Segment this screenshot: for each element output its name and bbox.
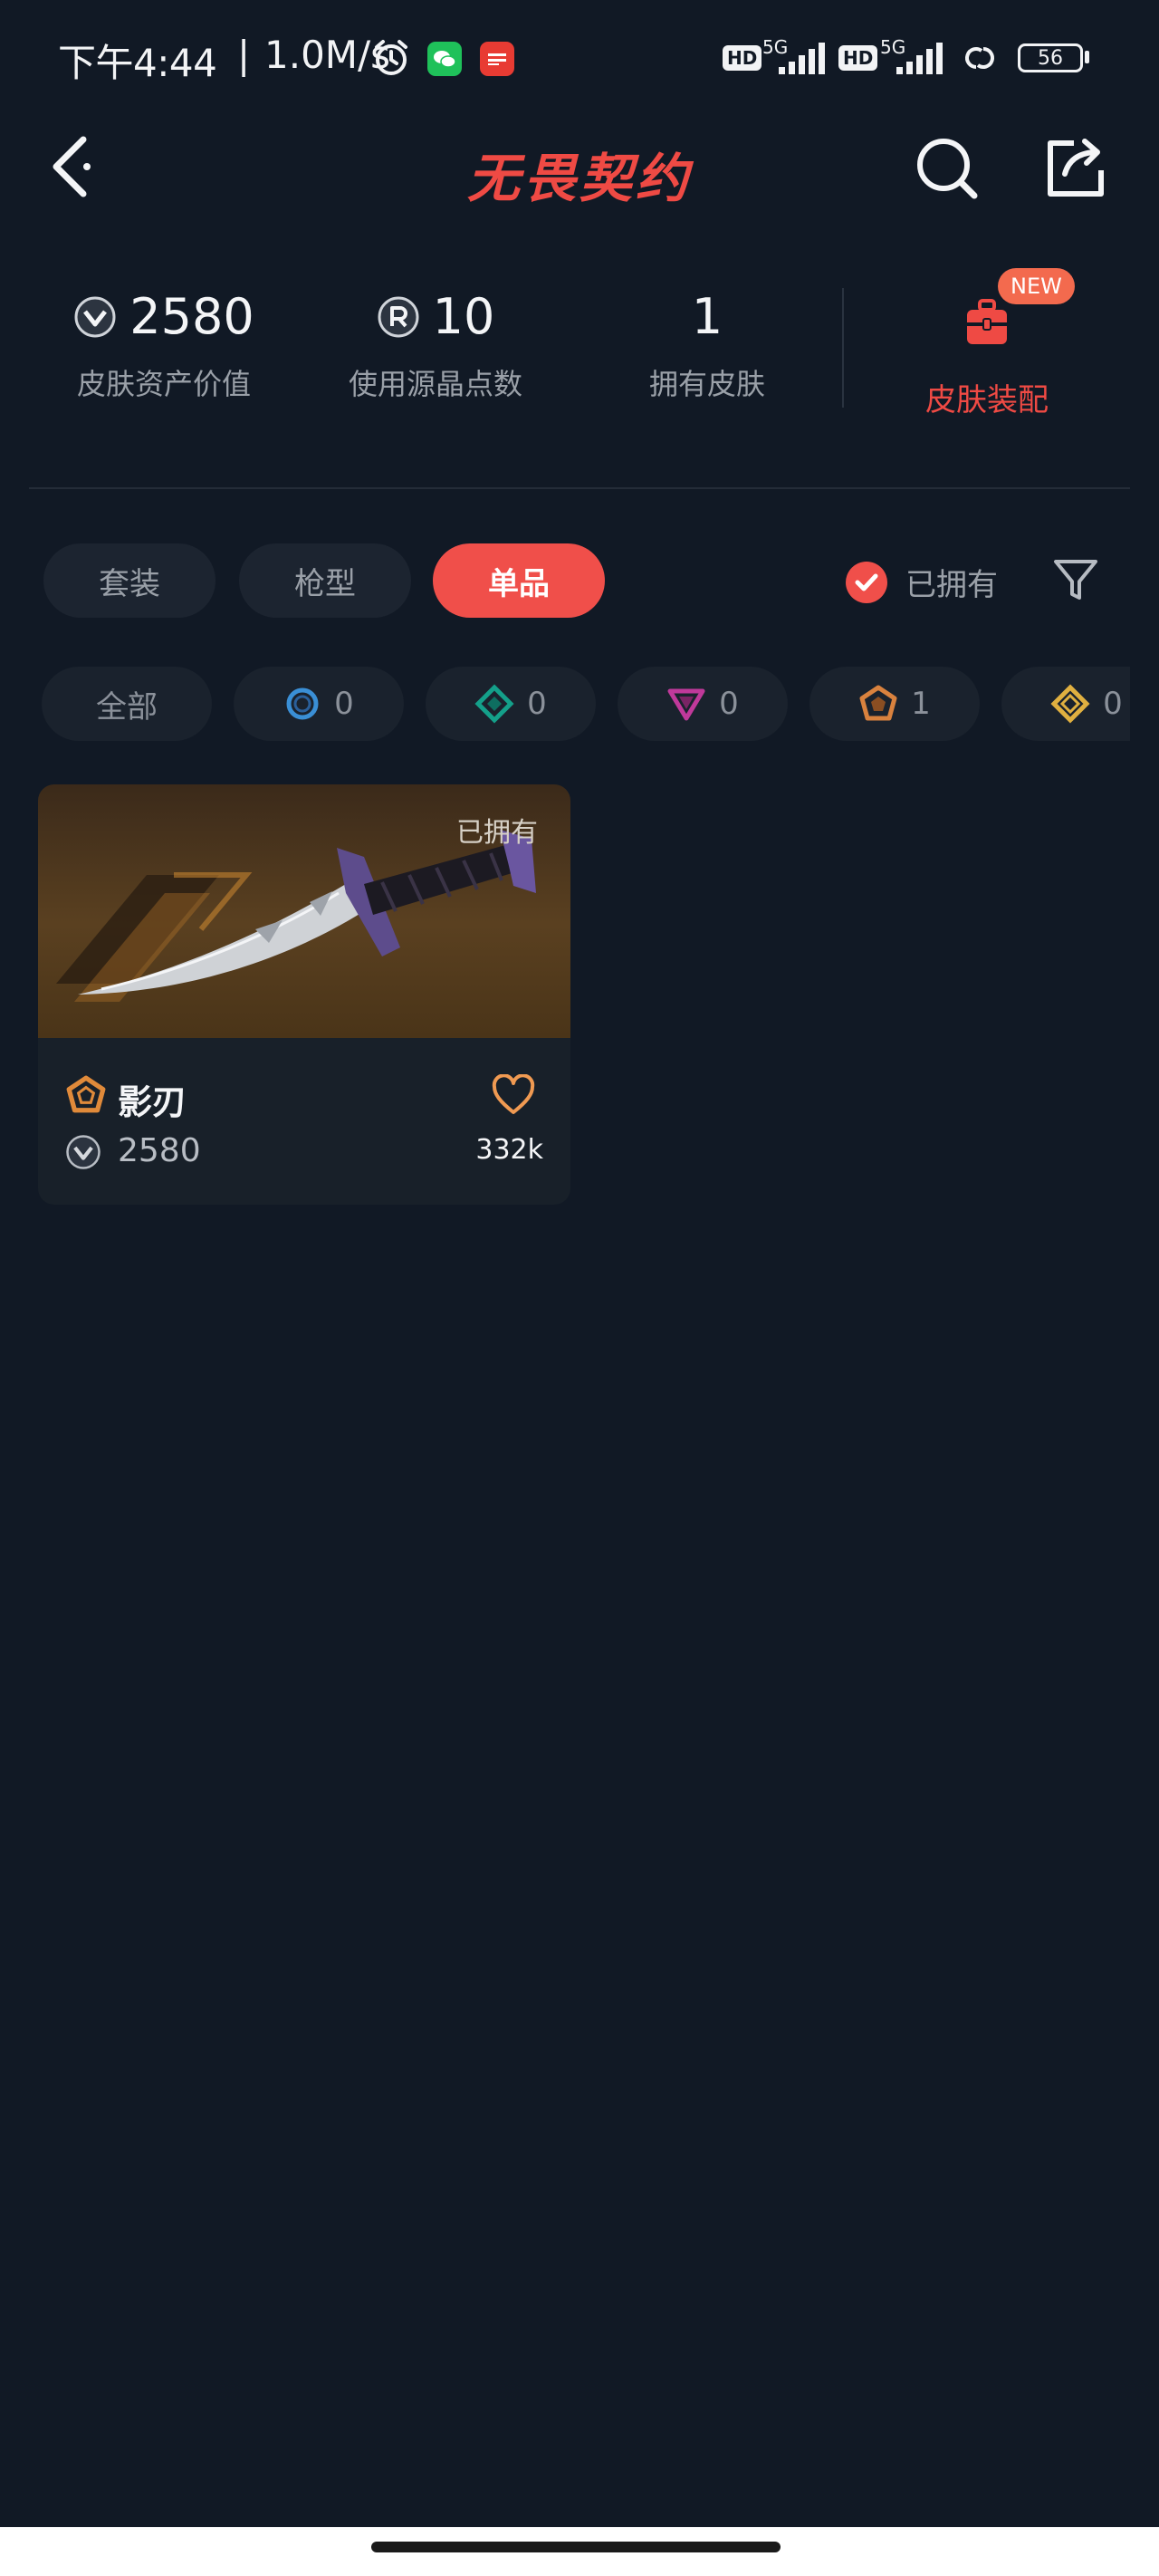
heart-icon[interactable] xyxy=(491,1074,536,1116)
tier-filter-row: 全部 0 0 0 1 0 xyxy=(42,667,1130,743)
skin-image: 已拥有 xyxy=(38,784,570,1038)
chip-tier-deluxe[interactable]: 0 xyxy=(426,667,596,741)
chip-tier-premium[interactable]: 0 xyxy=(618,667,788,741)
wechat-icon xyxy=(427,42,462,76)
vp-coin-icon xyxy=(66,1135,101,1169)
filter-icon[interactable] xyxy=(1050,554,1101,605)
battery-tip xyxy=(1085,51,1089,63)
hd-badge-1: HD xyxy=(723,45,762,71)
chip-tier-exclusive[interactable]: 1 xyxy=(809,667,980,741)
premium-tier-icon xyxy=(667,688,705,721)
new-badge: NEW xyxy=(998,268,1075,304)
stat-value: 10 xyxy=(432,288,495,345)
exclusive-tier-icon xyxy=(859,685,897,721)
signal-icon-2 xyxy=(896,43,943,74)
stat-owned-skins: 1 拥有皮肤 xyxy=(576,288,838,403)
stat-radianite: 10 使用源晶点数 xyxy=(304,288,567,403)
chip-tier-ultra[interactable]: 0 xyxy=(1001,667,1130,741)
tab-bundles[interactable]: 套装 xyxy=(43,543,216,618)
chip-count: 0 xyxy=(527,686,547,722)
select-tier-icon xyxy=(286,687,319,720)
owned-filter-label: 已拥有 xyxy=(905,567,998,603)
stat-label: 使用源晶点数 xyxy=(348,367,522,401)
vp-coin-icon xyxy=(74,296,116,337)
stat-label: 拥有皮肤 xyxy=(648,367,765,401)
skin-card[interactable]: 已拥有 影刃 2580 332k xyxy=(38,784,570,1205)
chevron-left-icon[interactable] xyxy=(45,132,100,201)
like-count: 332k xyxy=(475,1134,543,1166)
link-icon xyxy=(965,47,994,69)
owned-tag: 已拥有 xyxy=(456,817,538,849)
stats-divider xyxy=(842,288,844,408)
chip-count: 0 xyxy=(334,686,354,722)
stat-asset-value: 2580 皮肤资产价值 xyxy=(33,288,295,403)
exclusive-tier-icon xyxy=(66,1075,106,1113)
alarm-icon xyxy=(375,40,407,75)
tab-weapon-types[interactable]: 枪型 xyxy=(239,543,411,618)
chip-count: 1 xyxy=(911,686,931,722)
home-indicator[interactable] xyxy=(371,2542,781,2552)
chip-label: 全部 xyxy=(96,688,158,726)
stat-value: 2580 xyxy=(129,288,254,345)
skin-equip-button[interactable]: 皮肤装配 xyxy=(905,375,1068,419)
search-icon[interactable] xyxy=(913,134,982,203)
stat-value: 1 xyxy=(691,288,723,345)
chip-tier-select[interactable]: 0 xyxy=(234,667,404,741)
signal-icon xyxy=(779,43,825,74)
section-divider xyxy=(29,487,1130,489)
battery-indicator: 56 xyxy=(1018,43,1083,72)
deluxe-tier-icon xyxy=(474,684,514,724)
checkbox-checked-icon[interactable] xyxy=(846,561,887,603)
radianite-icon xyxy=(378,296,419,337)
stat-label: 皮肤资产价值 xyxy=(76,367,251,401)
chip-count: 0 xyxy=(1103,686,1123,722)
backpack-icon[interactable] xyxy=(963,297,1011,348)
page-title: 无畏契约 xyxy=(466,148,692,209)
status-time: 下午4:44 xyxy=(58,41,217,85)
news-app-icon xyxy=(480,42,514,76)
chip-count: 0 xyxy=(719,686,739,722)
chip-all[interactable]: 全部 xyxy=(42,667,212,741)
tab-items[interactable]: 单品 xyxy=(433,543,605,618)
ultra-tier-icon xyxy=(1050,684,1090,724)
hd-badge-2: HD xyxy=(838,45,878,71)
skin-name: 影刃 xyxy=(118,1082,187,1122)
share-icon[interactable] xyxy=(1043,134,1112,203)
owned-filter-toggle[interactable]: 已拥有 xyxy=(846,560,998,604)
skin-price: 2580 xyxy=(118,1132,201,1169)
status-separator: | xyxy=(237,33,251,77)
